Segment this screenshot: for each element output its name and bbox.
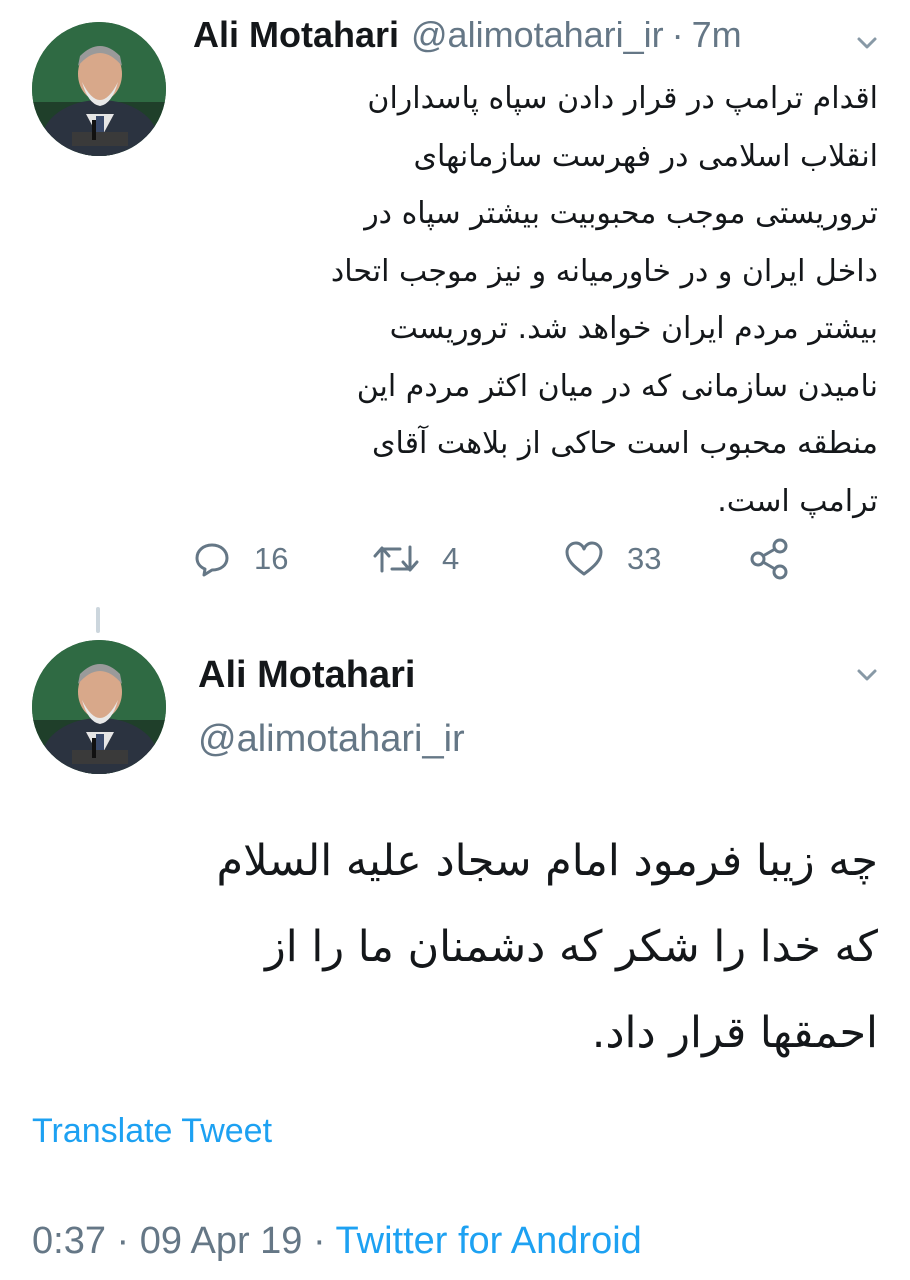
tweet-text: اقدام ترامپ در قرار دادن سپاه پاسداران ا…: [158, 70, 878, 530]
separator-dot: ·: [671, 14, 684, 55]
author-name[interactable]: Ali Motahari: [193, 14, 399, 56]
tweet-text-line: نامیدن سازمانی که در میان اکثر مردم این: [356, 368, 878, 404]
tweet-text: چه زیبا فرمود امام سجاد علیه السلام که خ…: [28, 818, 878, 1076]
tweet-text-line: ترامپ است.: [717, 483, 878, 519]
avatar[interactable]: [32, 22, 166, 156]
tweet-text-line: داخل ایران و در خاورمیانه و نیز موجب اتح…: [330, 253, 878, 289]
tweet-time[interactable]: 0:37: [32, 1220, 106, 1262]
chevron-down-icon[interactable]: [850, 658, 884, 692]
tweet-time[interactable]: 7m: [692, 14, 742, 56]
separator-dot: ·: [313, 1220, 326, 1262]
separator-dot: ·: [116, 1220, 130, 1262]
tweet-text-line: انقلاب اسلامی در فهرست سازمانهای: [413, 138, 878, 174]
tweet-text-line: منطقه محبوب است حاکی از بلاهت آقای: [372, 426, 878, 461]
reply-count: 16: [254, 541, 289, 576]
thread-tweet[interactable]: Ali Motahari @alimotahari_ir · 7m اقدام …: [0, 0, 910, 600]
retweet-button[interactable]: 4: [372, 535, 459, 583]
author-handle[interactable]: @alimotahari_ir: [411, 14, 664, 56]
tweet-meta: 0:37 · 09 Apr 19 · Twitter for Android: [32, 1220, 642, 1263]
chevron-down-icon[interactable]: [850, 26, 884, 60]
share-icon: [748, 537, 792, 581]
tweet-text-line: که خدا را شکر که دشمنان ما را از: [265, 922, 878, 972]
tweet-text-line: احمقها قرار داد.: [591, 1008, 878, 1058]
thread-connector-line: [96, 607, 100, 633]
retweet-icon: [372, 539, 420, 579]
tweet-text-line: تروریستی موجب محبوبیت بیشتر سپاه در: [364, 196, 878, 231]
share-button[interactable]: [748, 535, 792, 583]
translate-tweet-link[interactable]: Translate Tweet: [32, 1112, 272, 1151]
tweet-text-line: بیشتر مردم ایران خواهد شد. تروریست: [389, 311, 878, 346]
tweet-actions: 16 4 33: [0, 535, 910, 583]
tweet-header: Ali Motahari @alimotahari_ir · 7m: [193, 14, 742, 64]
tweet-date[interactable]: 09 Apr 19: [140, 1220, 303, 1262]
like-button[interactable]: 33: [563, 535, 661, 583]
tweet-text-line: اقدام ترامپ در قرار دادن سپاه پاسداران: [367, 81, 878, 116]
tweet-source-link[interactable]: Twitter for Android: [336, 1220, 642, 1262]
heart-icon: [563, 539, 605, 579]
author-name[interactable]: Ali Motahari: [198, 654, 415, 697]
retweet-count: 4: [442, 541, 460, 576]
tweet-text-line: چه زیبا فرمود امام سجاد علیه السلام: [216, 836, 878, 886]
avatar[interactable]: [32, 640, 166, 774]
like-count: 33: [627, 541, 662, 576]
author-handle[interactable]: @alimotahari_ir: [198, 718, 465, 761]
reply-button[interactable]: 16: [192, 535, 288, 583]
reply-icon: [192, 539, 232, 579]
